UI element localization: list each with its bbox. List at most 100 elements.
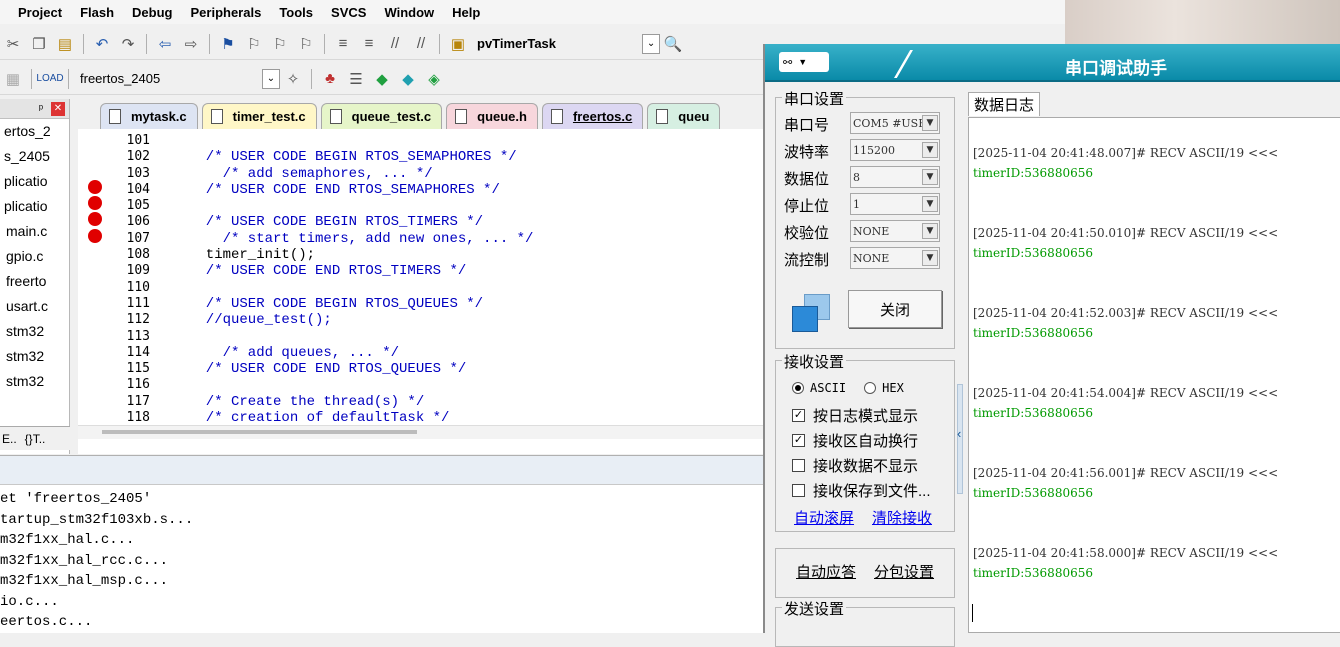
editor-tab[interactable]: queue.h: [446, 103, 538, 129]
code-text[interactable]: /* USER CODE BEGIN RTOS_SEMAPHORES */ /*…: [189, 133, 759, 426]
code-line[interactable]: /* USER CODE BEGIN RTOS_TIMERS */: [189, 214, 759, 230]
checkbox[interactable]: [792, 459, 805, 472]
select-software-icon[interactable]: ◆: [398, 69, 418, 89]
port-setting-select[interactable]: COM5 #USE ▼: [850, 112, 940, 134]
breakpoint-icon[interactable]: [88, 196, 102, 210]
menu-help[interactable]: Help: [443, 5, 489, 20]
unindent-icon[interactable]: ≡: [359, 34, 379, 54]
tree-item[interactable]: stm32: [0, 344, 69, 369]
code-line[interactable]: /* add semaphores, ... */: [189, 166, 759, 182]
tree-item[interactable]: s_2405: [0, 144, 69, 169]
chevron-down-icon[interactable]: ▼: [922, 115, 938, 131]
chevron-down-icon[interactable]: ▼: [922, 142, 938, 158]
chevron-down-icon[interactable]: ▼: [922, 196, 938, 212]
copy-icon[interactable]: ❐: [29, 34, 49, 54]
undo-icon[interactable]: ↶: [92, 34, 112, 54]
menu-tools[interactable]: Tools: [270, 5, 322, 20]
nav-forward-icon[interactable]: ⇨: [181, 34, 201, 54]
horizontal-scrollbar[interactable]: [78, 425, 763, 439]
code-line[interactable]: timer_init();: [189, 247, 759, 263]
find-in-files-icon[interactable]: ▣: [448, 34, 468, 54]
load-icon[interactable]: LOAD: [36, 69, 63, 89]
bookmark-icon[interactable]: ⚑: [218, 34, 238, 54]
menu-window[interactable]: Window: [375, 5, 443, 20]
code-line[interactable]: /* USER CODE BEGIN RTOS_QUEUES */: [189, 296, 759, 312]
nav-back-icon[interactable]: ⇦: [155, 34, 175, 54]
editor-tab[interactable]: mytask.c: [100, 103, 198, 129]
code-line[interactable]: [189, 329, 759, 345]
run-time-env-icon[interactable]: ◈: [424, 69, 444, 89]
tree-item[interactable]: gpio.c: [0, 244, 69, 269]
clear-receive-link[interactable]: 清除接收: [872, 507, 932, 528]
breakpoint-icon[interactable]: [88, 212, 102, 226]
target-dropdown-button[interactable]: ⌄: [262, 68, 280, 89]
code-line[interactable]: //queue_test();: [189, 312, 759, 328]
checkbox[interactable]: ✓: [792, 409, 805, 422]
code-line[interactable]: /* add queues, ... */: [189, 345, 759, 361]
tree-item[interactable]: ertos_2: [0, 119, 69, 144]
tree-item[interactable]: plicatio: [0, 169, 69, 194]
tree-item[interactable]: main.c: [0, 219, 69, 244]
code-line[interactable]: /* USER CODE END RTOS_SEMAPHORES */: [189, 182, 759, 198]
cut-icon[interactable]: ✂: [3, 34, 23, 54]
chevron-down-icon[interactable]: ▼: [922, 169, 938, 185]
menu-peripherals[interactable]: Peripherals: [182, 5, 271, 20]
chevron-down-icon[interactable]: ▼: [922, 250, 938, 266]
menu-debug[interactable]: Debug: [123, 5, 181, 20]
redo-icon[interactable]: ↷: [118, 34, 138, 54]
manage-project-icon[interactable]: ♣: [320, 69, 340, 89]
event-recorder-icon[interactable]: ☰: [346, 69, 366, 89]
checkbox[interactable]: [792, 484, 805, 497]
auto-scroll-link[interactable]: 自动滚屏: [794, 507, 854, 528]
tab-functions[interactable]: {}T..: [25, 432, 46, 446]
port-setting-select[interactable]: NONE ▼: [850, 247, 940, 269]
code-line[interactable]: [189, 377, 759, 393]
tree-item[interactable]: usart.c: [0, 294, 69, 319]
breakpoint-icon[interactable]: [88, 180, 102, 194]
packet-setting-link[interactable]: 分包设置: [874, 561, 934, 582]
pin-icon[interactable]: ᵖ: [39, 103, 43, 115]
hex-radio[interactable]: [864, 382, 877, 394]
bookmark-clear-icon[interactable]: ⚐: [296, 34, 316, 54]
port-setting-select[interactable]: 115200 ▼: [850, 139, 940, 161]
code-line[interactable]: /* USER CODE END RTOS_QUEUES */: [189, 361, 759, 377]
port-setting-select[interactable]: 1 ▼: [850, 193, 940, 215]
code-line[interactable]: /* Create the thread(s) */: [189, 394, 759, 410]
checkbox[interactable]: ✓: [792, 434, 805, 447]
code-line[interactable]: [189, 280, 759, 296]
close-port-button[interactable]: 关闭: [848, 290, 942, 328]
code-line[interactable]: /* creation of defaultTask */: [189, 410, 759, 426]
menu-svcs[interactable]: SVCS: [322, 5, 375, 20]
tree-item[interactable]: stm32: [0, 369, 69, 394]
chevron-down-icon[interactable]: ▼: [922, 223, 938, 239]
pack-installer-icon[interactable]: ◆: [372, 69, 392, 89]
auto-reply-link[interactable]: 自动应答: [796, 561, 856, 582]
receive-option[interactable]: 接收数据不显示: [792, 455, 918, 476]
ascii-radio[interactable]: [792, 382, 804, 394]
find-icon[interactable]: 🔍: [663, 34, 683, 54]
collapse-left-icon[interactable]: ‹: [957, 426, 961, 441]
close-icon[interactable]: ✕: [51, 101, 65, 116]
menu-project[interactable]: Project: [0, 5, 71, 20]
paste-icon[interactable]: ▤: [55, 34, 75, 54]
code-editor[interactable]: 101 102 103 104 105 106 107 108 109 110 111 112 113 1…: [78, 129, 763, 454]
editor-tab[interactable]: queue_test.c: [320, 103, 443, 129]
code-line[interactable]: [189, 133, 759, 149]
target-select[interactable]: freertos_2405: [74, 69, 262, 89]
code-line[interactable]: /* start timers, add new ones, ... */: [189, 231, 759, 247]
tree-item[interactable]: freerto: [0, 269, 69, 294]
function-dropdown-button[interactable]: ⌄: [642, 33, 661, 54]
receive-option[interactable]: 接收保存到文件...: [792, 480, 931, 501]
tab-data-log[interactable]: 数据日志: [968, 92, 1040, 116]
manage-target-icon[interactable]: ✧: [283, 69, 303, 89]
receive-log-area[interactable]: [2025-11-04 20:41:48.007]# RECV ASCII/19…: [968, 117, 1340, 633]
comment-icon[interactable]: //: [385, 34, 405, 54]
bookmark-prev-icon[interactable]: ⚐: [244, 34, 264, 54]
editor-tab[interactable]: queu: [647, 103, 721, 129]
editor-tab[interactable]: freertos.c: [541, 103, 644, 129]
breakpoint-icon[interactable]: [88, 229, 102, 243]
tab-project[interactable]: E..: [2, 432, 17, 446]
editor-tab[interactable]: timer_test.c: [201, 103, 317, 129]
tree-item[interactable]: stm32: [0, 319, 69, 344]
menu-flash[interactable]: Flash: [71, 5, 123, 20]
